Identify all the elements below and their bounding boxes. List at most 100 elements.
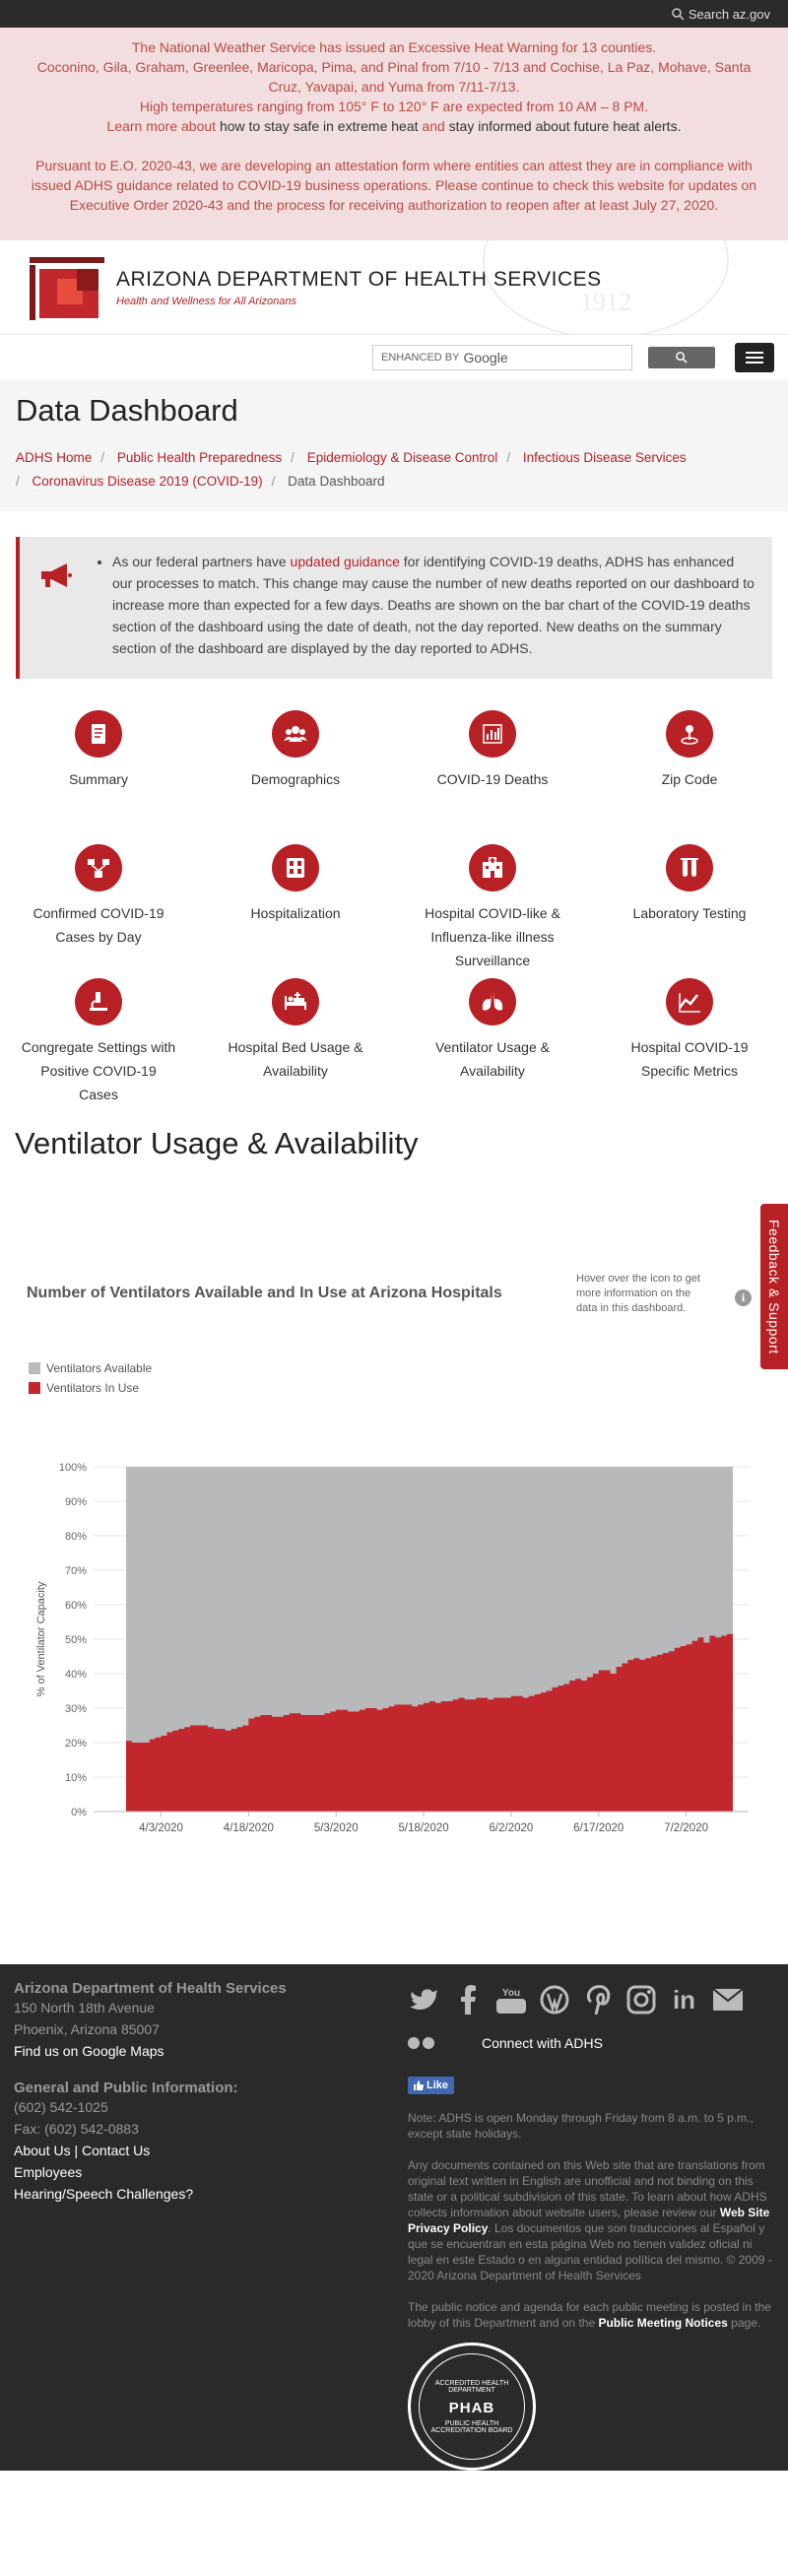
- x-tick-label: 5/3/2020: [314, 1822, 359, 1834]
- dashboard-link-label: Congregate Settings with Positive COVID-…: [21, 1039, 176, 1102]
- instagram-icon[interactable]: [624, 1984, 657, 2016]
- dashboard-link[interactable]: Hospitalization: [197, 844, 394, 978]
- x-tick-label: 4/18/2020: [224, 1822, 274, 1834]
- thumbs-up-icon: [414, 2081, 424, 2090]
- breadcrumb-infectious-disease[interactable]: Infectious Disease Services: [523, 450, 687, 465]
- dashboard-link[interactable]: Hospital COVID-19 Specific Metrics: [591, 978, 788, 1112]
- phab-accreditation-badge[interactable]: ACCREDITED HEALTH DEPARTMENT PHAB PUBLIC…: [408, 2343, 536, 2471]
- linkedin-icon[interactable]: in: [668, 1984, 700, 2016]
- demographics-icon[interactable]: [272, 710, 319, 758]
- alert-line-2: Coconino, Gila, Graham, Greenlee, Marico…: [36, 59, 752, 95]
- learn-more-link[interactable]: Learn more about: [107, 118, 217, 134]
- test-tubes-icon[interactable]: [666, 844, 713, 892]
- footer-phone: (602) 542-1025: [14, 2099, 108, 2115]
- site-search-input[interactable]: ENHANCED BY Google: [372, 344, 632, 370]
- about-us-link[interactable]: About Us: [14, 2143, 71, 2158]
- section-title: Ventilator Usage & Availability: [15, 1126, 419, 1160]
- megaphone-icon: [37, 551, 73, 659]
- footer-legal-text: Any documents contained on this Web site…: [408, 2158, 772, 2282]
- dashboard-link[interactable]: Ventilator Usage & Availability: [394, 978, 591, 1112]
- dashboard-link-label: Zip Code: [661, 771, 718, 787]
- facebook-icon[interactable]: [451, 1984, 484, 2016]
- wordpress-icon[interactable]: [538, 1984, 570, 2016]
- footer-org-name: Arizona Department of Health Services: [14, 1980, 287, 1997]
- svg-text:You: You: [501, 1988, 519, 1999]
- facebook-like-button[interactable]: Like: [408, 2077, 455, 2094]
- area-chart-svg[interactable]: 0% 10% 20% 30% 40% 50% 60% 70% 80% 90% 100% 4/3/202…: [0, 1201, 788, 1964]
- footer-address-2: Phoenix, Arizona 85007: [14, 2021, 160, 2037]
- hamburger-icon: [746, 351, 763, 354]
- y-tick-label: 60%: [65, 1600, 87, 1612]
- dashboard-link[interactable]: Hospital Bed Usage & Availability: [197, 978, 394, 1112]
- bar-chart-icon[interactable]: [469, 710, 516, 758]
- dashboard-link-label: Confirmed COVID-19 Cases by Day: [33, 905, 164, 945]
- line-chart-icon[interactable]: [666, 978, 713, 1025]
- contact-us-link[interactable]: Contact Us: [82, 2143, 150, 2158]
- x-tick-label: 6/2/2020: [490, 1822, 534, 1834]
- dashboard-link-label: Ventilator Usage & Availability: [435, 1039, 550, 1079]
- summary-icon[interactable]: [75, 710, 122, 758]
- google-maps-link[interactable]: Find us on Google Maps: [14, 2043, 164, 2059]
- adhs-logo-icon[interactable]: [28, 253, 106, 322]
- dashboard-link[interactable]: Zip Code: [591, 710, 788, 844]
- y-tick-label: 50%: [65, 1634, 87, 1646]
- employees-link[interactable]: Employees: [14, 2164, 82, 2180]
- lungs-icon[interactable]: [469, 978, 516, 1025]
- menu-toggle-button[interactable]: [735, 342, 774, 372]
- youtube-icon[interactable]: You: [494, 1984, 527, 2016]
- y-tick-label: 40%: [65, 1669, 87, 1681]
- dashboard-link[interactable]: COVID-19 Deaths: [394, 710, 591, 844]
- y-tick-label: 70%: [65, 1565, 87, 1577]
- dashboard-nav-grid: Summary Demographics COVID-19 Deaths Zip Co…: [0, 679, 788, 1112]
- dashboard-link-label: Hospitalization: [250, 905, 341, 921]
- executive-order-notice: Pursuant to E.O. 2020-43, we are develop…: [31, 158, 757, 213]
- site-header: 1912 ARIZONA DEPARTMENT OF HEALTH SERVIC…: [0, 240, 788, 334]
- breadcrumb-public-health-preparedness[interactable]: Public Health Preparedness: [117, 450, 282, 465]
- y-tick-label: 100%: [59, 1462, 87, 1474]
- and-link[interactable]: and: [422, 118, 444, 134]
- dashboard-link-label: Laboratory Testing: [632, 905, 747, 921]
- search-submit-button[interactable]: [648, 346, 715, 368]
- dashboard-link[interactable]: Hospital COVID-like & Influenza-like ill…: [394, 844, 591, 978]
- state-seal-watermark: 1912: [483, 240, 729, 334]
- map-pin-icon[interactable]: [666, 710, 713, 758]
- dashboard-link[interactable]: Laboratory Testing: [591, 844, 788, 978]
- footer-hours-note: Note: ADHS is open Monday through Friday…: [408, 2111, 754, 2141]
- breadcrumb-current: Data Dashboard: [288, 474, 385, 489]
- updated-guidance-link[interactable]: updated guidance: [291, 554, 400, 569]
- dashboard-link-label: Demographics: [250, 771, 341, 787]
- hospital-beds-icon[interactable]: [272, 844, 319, 892]
- page-title-bar: Data Dashboard ADHS Home / Public Health …: [0, 379, 788, 511]
- x-tick-label: 5/18/2020: [398, 1822, 448, 1834]
- dashboard-link-label: Hospital Bed Usage & Availability: [228, 1039, 363, 1079]
- dashboard-link[interactable]: Summary: [0, 710, 197, 844]
- social-links: You in: [408, 1980, 774, 2019]
- hospital-building-icon[interactable]: [469, 844, 516, 892]
- y-axis-label: % of Ventilator Capacity: [35, 1581, 47, 1696]
- dashboard-link[interactable]: Congregate Settings with Positive COVID-…: [0, 978, 197, 1112]
- search-link[interactable]: Search az.gov: [672, 7, 770, 22]
- breadcrumb-adhs-home[interactable]: ADHS Home: [16, 450, 92, 465]
- dashboard-link[interactable]: Confirmed COVID-19 Cases by Day: [0, 844, 197, 978]
- twitter-icon[interactable]: [408, 1984, 440, 2016]
- dashboard-link[interactable]: Demographics: [197, 710, 394, 844]
- network-icon[interactable]: [75, 844, 122, 892]
- public-meeting-notices-link[interactable]: Public Meeting Notices: [598, 2316, 727, 2330]
- hospital-bed-icon[interactable]: [272, 978, 319, 1025]
- heat-alert-banner: The National Weather Service has issued …: [0, 28, 788, 240]
- feedback-support-tab[interactable]: Feedback & Support: [760, 1204, 788, 1369]
- x-tick-label: 4/3/2020: [139, 1822, 183, 1834]
- breadcrumb-covid-19[interactable]: Coronavirus Disease 2019 (COVID-19): [33, 474, 263, 489]
- search-row: ENHANCED BY Google: [0, 334, 788, 379]
- pinterest-icon[interactable]: [581, 1984, 614, 2016]
- executive-order-link[interactable]: Pursuant to E.O. 2020-43,: [35, 158, 196, 173]
- search-icon: [672, 7, 685, 21]
- microscope-icon[interactable]: [75, 978, 122, 1025]
- connect-with-adhs[interactable]: Connect with ADHS: [408, 2035, 774, 2051]
- hearing-speech-link[interactable]: Hearing/Speech Challenges?: [14, 2186, 193, 2202]
- breadcrumb-epidemiology[interactable]: Epidemiology & Disease Control: [307, 450, 498, 465]
- footer-right: You in Connect with ADHS Like Note: ADHS…: [408, 1980, 774, 2331]
- y-tick-label: 0%: [71, 1807, 87, 1818]
- email-icon[interactable]: [711, 1984, 744, 2016]
- x-tick-label: 7/2/2020: [664, 1822, 708, 1834]
